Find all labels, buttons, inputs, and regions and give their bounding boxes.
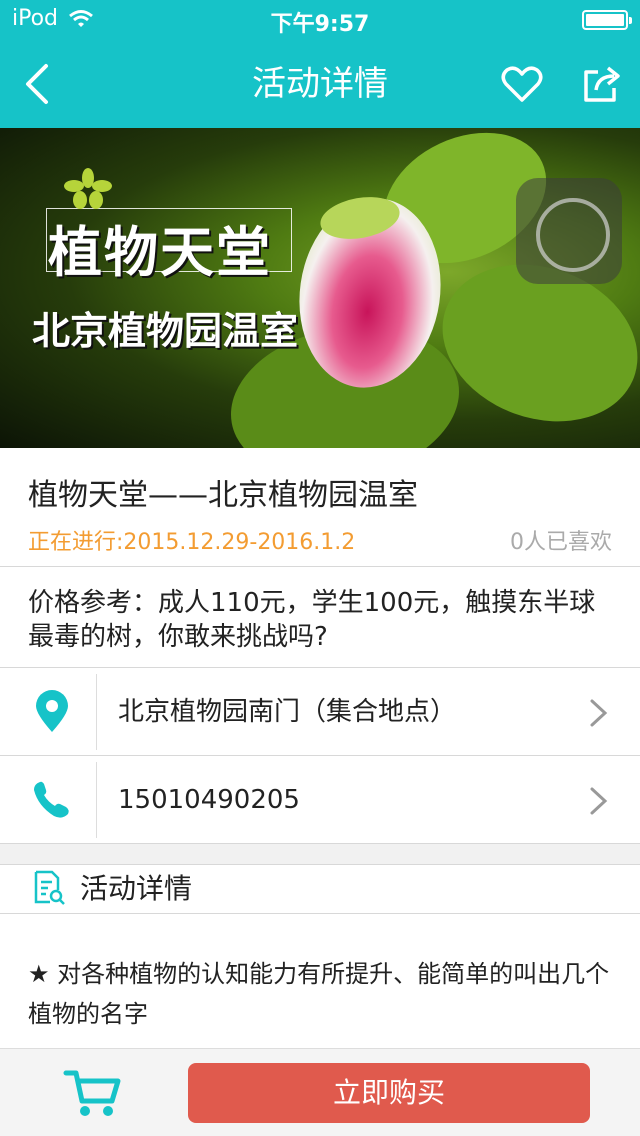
likes-count: 0人已喜欢 [510, 530, 612, 555]
divider [0, 566, 640, 567]
details-heading: 活动详情 [80, 872, 193, 905]
banner-title: 植物天堂 [48, 220, 272, 284]
top-bar: iPod 下午9:57 活动详情 [0, 0, 640, 128]
document-search-icon [34, 870, 65, 905]
assistive-touch-button[interactable] [516, 178, 622, 284]
chevron-right-icon [590, 787, 608, 815]
phone-row[interactable]: 15010490205 [0, 756, 640, 844]
shopping-cart-icon[interactable] [62, 1067, 122, 1119]
details-header: 活动详情 [0, 864, 640, 914]
buy-now-button[interactable]: 立即购买 [188, 1063, 590, 1123]
location-pin-icon [36, 690, 68, 732]
status-time: 下午9:57 [270, 12, 370, 37]
event-title: 植物天堂——北京植物园温室 [28, 478, 418, 513]
nav-bar: 活动详情 [0, 40, 640, 128]
details-body: ★ 对各种植物的认知能力有所提升、能简单的叫出几个植物的名字 [28, 960, 610, 1028]
phone-icon [34, 781, 69, 818]
location-text: 北京植物园南门（集合地点） [118, 697, 457, 727]
price-description: 价格参考：成人110元，学生100元，触摸东半球最毒的树，你敢来挑战吗? [28, 588, 596, 652]
phone-number: 15010490205 [118, 785, 300, 815]
divider [0, 913, 640, 914]
event-banner-image[interactable]: 植物天堂 北京植物园温室 [0, 128, 640, 448]
banner-subtitle: 北京植物园温室 [32, 308, 299, 353]
bottom-bar: 立即购买 [0, 1048, 640, 1136]
share-icon[interactable] [580, 62, 624, 106]
event-date: 正在进行:2015.12.29-2016.1.2 [28, 530, 356, 555]
page-title: 活动详情 [252, 64, 388, 104]
heart-icon[interactable] [500, 62, 544, 106]
flower-decoration-icon [64, 168, 112, 209]
chevron-right-icon [590, 699, 608, 727]
battery-icon [582, 10, 632, 30]
back-arrow-icon[interactable] [18, 60, 66, 108]
section-gap [0, 844, 640, 864]
location-row[interactable]: 北京植物园南门（集合地点） [0, 668, 640, 756]
activity-detail-page: iPod 下午9:57 活动详情 植物天堂 北京植物园温室 植物天堂——北京植物… [0, 0, 640, 1136]
status-bar: iPod 下午9:57 [0, 0, 640, 40]
